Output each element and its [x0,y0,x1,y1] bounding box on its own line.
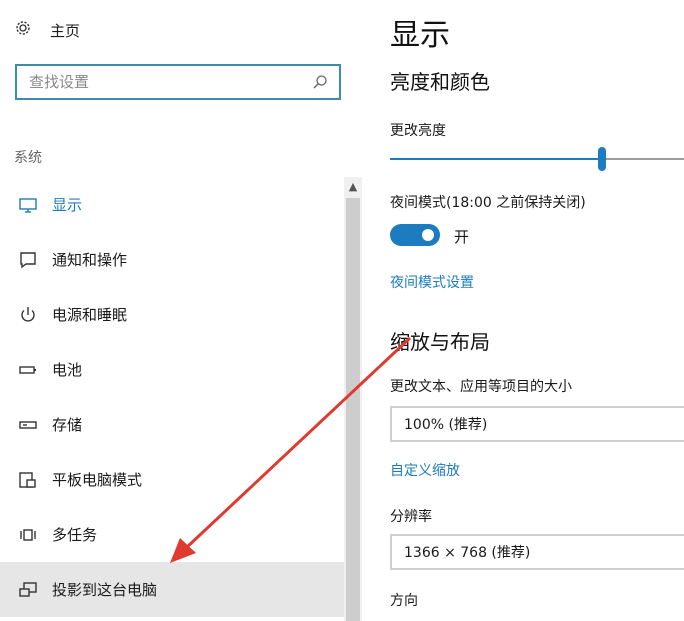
nav-item-label: 投影到这台电脑 [52,581,158,599]
brightness-slider-fill [390,158,602,160]
nav-item-label: 电源和睡眠 [52,306,128,324]
nav-item-notifications[interactable]: 通知和操作 [0,232,344,287]
night-mode-toggle[interactable] [390,224,440,246]
nav-item-tablet-mode[interactable]: 平板电脑模式 [0,452,344,507]
battery-icon [16,358,40,382]
scale-section-heading: 缩放与布局 [390,330,490,354]
nav-item-label: 通知和操作 [52,251,128,269]
night-mode-label: 夜间模式(18:00 之前保持关闭) [390,195,586,211]
section-label-system: 系统 [14,150,42,166]
resolution-dropdown[interactable]: 1366 × 768 (推荐) [390,534,684,570]
brightness-slider-thumb[interactable] [598,147,606,171]
power-icon [16,303,40,327]
search-icon[interactable] [309,71,331,93]
display-settings-pane: 显示 亮度和颜色 更改亮度 夜间模式(18:00 之前保持关闭) 开 夜间模式设… [390,0,684,621]
project-icon [16,578,40,602]
orientation-label: 方向 [390,593,418,609]
nav-item-multitasking[interactable]: 多任务 [0,507,344,562]
custom-scale-link[interactable]: 自定义缩放 [390,460,460,480]
nav-item-label: 存储 [52,416,83,434]
nav-scrollbar-thumb[interactable] [346,198,360,621]
brightness-slider[interactable] [390,158,684,160]
resolution-label: 分辨率 [390,509,432,525]
nav-item-battery[interactable]: 电池 [0,342,344,397]
page-title: 显示 [390,18,450,53]
search-box[interactable] [15,64,341,100]
notification-icon [16,248,40,272]
night-mode-settings-link[interactable]: 夜间模式设置 [390,272,474,292]
night-mode-state: 开 [454,228,470,246]
storage-icon [16,413,40,437]
scale-label: 更改文本、应用等项目的大小 [390,379,572,395]
scale-dropdown[interactable]: 100% (推荐) [390,406,684,442]
monitor-icon [16,193,40,217]
nav-item-power[interactable]: 电源和睡眠 [0,287,344,342]
scroll-up-icon[interactable]: ▲ [344,177,362,195]
nav-item-label: 电池 [52,361,83,379]
brightness-label: 更改亮度 [390,123,446,139]
scale-value: 100% (推荐) [404,417,488,433]
home-nav-item[interactable]: 主页 [14,16,80,44]
color-section-heading: 亮度和颜色 [390,70,490,94]
settings-nav-pane: 主页 系统 显示 通知和操作 电源和睡眠 [0,0,362,621]
tablet-mode-icon [16,468,40,492]
nav-item-label: 多任务 [52,526,98,544]
search-input[interactable] [27,67,309,97]
toggle-knob [422,229,434,241]
nav-item-project-to-pc[interactable]: 投影到这台电脑 [0,562,344,617]
resolution-value: 1366 × 768 (推荐) [404,545,531,561]
nav-item-display[interactable]: 显示 [0,177,344,232]
gear-icon [14,19,32,41]
nav-item-storage[interactable]: 存储 [0,397,344,452]
nav-item-label: 显示 [52,196,83,214]
nav-item-label: 平板电脑模式 [52,471,143,489]
multitask-icon [16,523,40,547]
nav-items-list: 显示 通知和操作 电源和睡眠 电池 存储 平板电脑模式 多任务 投影到这台电脑 [0,177,344,617]
home-label: 主页 [50,21,81,40]
